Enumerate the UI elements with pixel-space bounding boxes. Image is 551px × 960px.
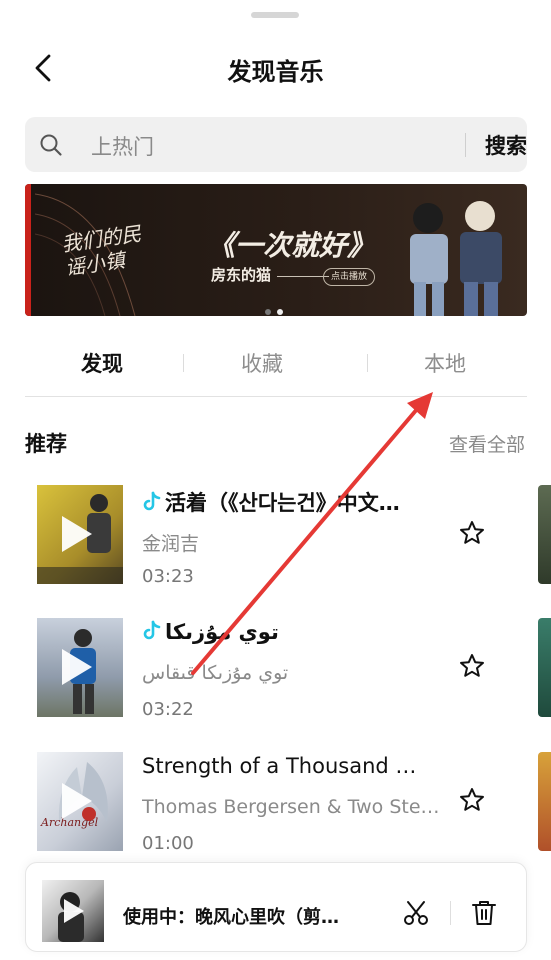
banner-pagination	[265, 300, 289, 316]
section-title: 推荐	[25, 432, 67, 456]
song-duration: 03:22	[142, 699, 194, 720]
search-icon	[40, 134, 62, 156]
banner-divider	[277, 276, 329, 277]
song-duration: 03:23	[142, 566, 194, 587]
see-all-link[interactable]: 查看全部	[449, 430, 525, 457]
song-cover[interactable]	[37, 485, 123, 584]
tab-discover[interactable]: 发现	[81, 348, 123, 378]
tab-separator	[367, 354, 368, 372]
tab-bar: 发现 收藏 本地	[25, 340, 527, 397]
trash-icon[interactable]	[471, 899, 497, 927]
banner-artist: 房东的猫	[211, 266, 272, 284]
page-title: 发现音乐	[227, 58, 324, 86]
pagination-dot[interactable]	[265, 309, 271, 315]
song-title-text: 活着（《산다는건》中文…	[165, 491, 400, 515]
song-title: توي مۇزىكا	[142, 620, 432, 644]
song-artist: توي مۇزىكا قىقاس	[142, 662, 289, 684]
tiktok-icon	[143, 620, 161, 640]
tiktok-icon	[143, 491, 161, 511]
song-title: 活着（《산다는건》中文…	[142, 487, 432, 517]
search-button[interactable]: 搜索	[485, 130, 527, 160]
favorite-star-icon[interactable]	[458, 519, 486, 547]
song-row[interactable]: توي مۇزىكا توي مۇزىكا قىقاس 03:22	[0, 618, 551, 728]
favorite-star-icon[interactable]	[458, 786, 486, 814]
song-cover[interactable]	[37, 618, 123, 717]
next-cover-peek	[538, 618, 551, 717]
search-divider	[465, 133, 466, 157]
song-title: Strength of a Thousand …	[142, 754, 417, 778]
banner-artists-photo	[410, 201, 502, 316]
song-cover[interactable]: Archangel	[37, 752, 123, 851]
scissors-icon[interactable]	[402, 899, 430, 927]
song-artist: Thomas Bergersen & Two Step…	[142, 796, 442, 818]
favorite-star-icon[interactable]	[458, 652, 486, 680]
next-cover-peek	[538, 485, 551, 584]
banner-play-pill[interactable]: 点击播放	[323, 268, 376, 286]
song-artist: 金润吉	[142, 533, 200, 555]
song-duration: 01:00	[142, 833, 194, 854]
promo-banner[interactable]: 我们的民谣小镇 《一次就好》 房东的猫 点击播放	[25, 184, 527, 316]
now-playing-label: 使用中：晚风心里吹（剪…	[123, 907, 339, 928]
search-bar[interactable]: 上热门 搜索	[25, 117, 527, 172]
play-icon	[62, 783, 92, 819]
song-row[interactable]: 活着（《산다는건》中文… 金润吉 03:23	[0, 485, 551, 595]
song-row[interactable]: Archangel Strength of a Thousand … Thoma…	[0, 752, 551, 862]
player-divider	[450, 901, 451, 925]
next-cover-peek	[538, 752, 551, 851]
play-icon	[62, 649, 92, 685]
sheet-grabber[interactable]	[251, 12, 299, 18]
banner-song-title: 《一次就好》	[207, 229, 376, 262]
now-playing-cover[interactable]	[42, 880, 104, 942]
banner-accent-bar	[25, 184, 31, 316]
play-icon	[64, 899, 84, 923]
now-playing-bar[interactable]: 使用中：晚风心里吹（剪…	[25, 862, 527, 952]
pagination-dot-active[interactable]	[277, 309, 283, 315]
search-input[interactable]: 上热门	[91, 131, 154, 161]
tab-local[interactable]: 本地	[424, 348, 466, 378]
play-icon	[62, 516, 92, 552]
tab-separator	[183, 354, 184, 372]
tab-favorites[interactable]: 收藏	[241, 348, 283, 378]
song-title-text: توي مۇزىكا	[165, 620, 279, 644]
